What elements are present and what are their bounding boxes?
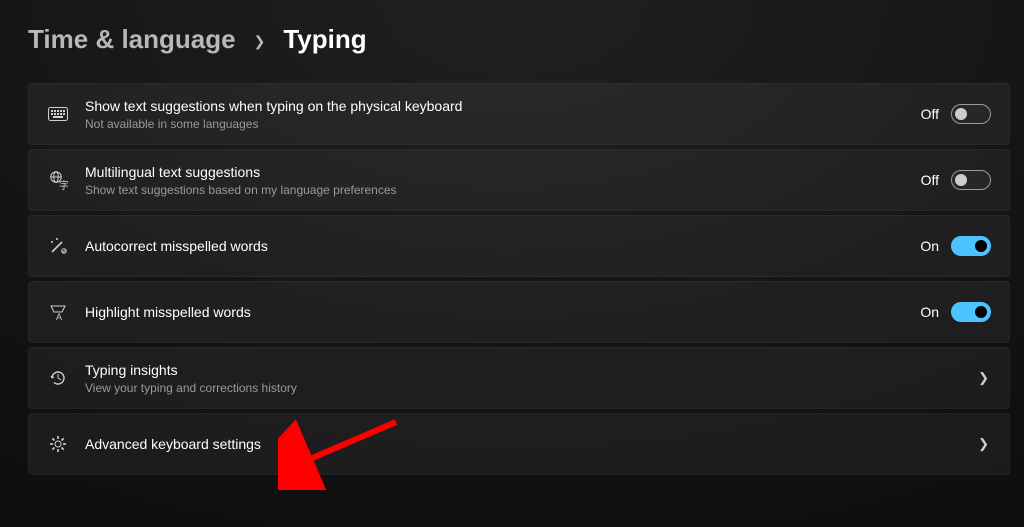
history-icon (47, 368, 69, 388)
chevron-right-icon: ❯ (978, 370, 991, 386)
setting-title: Advanced keyboard settings (85, 435, 978, 453)
breadcrumb-current: Typing (283, 24, 366, 55)
setting-subtitle: View your typing and corrections history (85, 381, 978, 395)
breadcrumb-parent[interactable]: Time & language (28, 24, 236, 55)
setting-physical-text-suggestions[interactable]: Show text suggestions when typing on the… (28, 83, 1010, 145)
toggle-state-label: Off (921, 172, 939, 188)
setting-subtitle: Not available in some languages (85, 117, 921, 131)
svg-text:A: A (56, 312, 62, 322)
svg-text:字: 字 (59, 179, 68, 190)
setting-title: Show text suggestions when typing on the… (85, 97, 921, 115)
setting-subtitle: Show text suggestions based on my langua… (85, 183, 921, 197)
setting-multilingual-text-suggestions[interactable]: 字 Multilingual text suggestions Show tex… (28, 149, 1010, 211)
toggle-switch[interactable] (951, 302, 991, 322)
toggle-switch[interactable] (951, 170, 991, 190)
setting-title: Typing insights (85, 361, 978, 379)
setting-title: Autocorrect misspelled words (85, 237, 920, 255)
setting-advanced-keyboard[interactable]: Advanced keyboard settings ❯ (28, 413, 1010, 475)
highlight-icon: A (47, 302, 69, 322)
keyboard-icon (47, 107, 69, 121)
toggle-state-label: On (920, 304, 939, 320)
setting-title: Multilingual text suggestions (85, 163, 921, 181)
setting-autocorrect[interactable]: Autocorrect misspelled words On (28, 215, 1010, 277)
toggle-switch[interactable] (951, 104, 991, 124)
toggle-state-label: On (920, 238, 939, 254)
toggle-switch[interactable] (951, 236, 991, 256)
wand-icon (47, 236, 69, 256)
gear-icon (47, 434, 69, 454)
toggle-state-label: Off (921, 106, 939, 122)
setting-title: Highlight misspelled words (85, 303, 920, 321)
breadcrumb: Time & language ❯ Typing (28, 24, 1010, 55)
chevron-right-icon: ❯ (978, 436, 991, 452)
chevron-right-icon: ❯ (254, 33, 266, 50)
setting-typing-insights[interactable]: Typing insights View your typing and cor… (28, 347, 1010, 409)
language-icon: 字 (47, 170, 69, 190)
setting-highlight-misspelled[interactable]: A Highlight misspelled words On (28, 281, 1010, 343)
